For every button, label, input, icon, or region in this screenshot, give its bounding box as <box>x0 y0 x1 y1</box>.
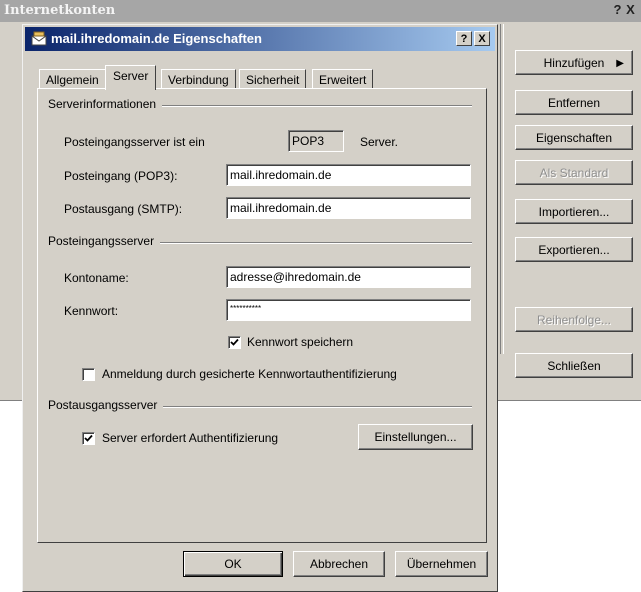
dialog-close-button[interactable]: X <box>474 31 490 46</box>
tab-security[interactable]: Sicherheit <box>239 69 307 89</box>
close-dialog-button[interactable]: Schließen <box>515 353 633 378</box>
tab-general[interactable]: Allgemein <box>39 69 106 89</box>
ok-button[interactable]: OK <box>183 551 283 577</box>
server-info-group-label: Serverinformationen <box>48 97 163 111</box>
account-name-label: Kontoname: <box>64 271 129 285</box>
apply-button[interactable]: Übernehmen <box>395 551 488 577</box>
import-button[interactable]: Importieren... <box>515 199 633 224</box>
outgoing-settings-button[interactable]: Einstellungen... <box>358 424 473 450</box>
checkmark-icon <box>230 338 239 346</box>
dialog-help-button[interactable]: ? <box>456 31 472 46</box>
incoming-server-label: Posteingang (POP3): <box>64 169 178 183</box>
account-properties-dialog: mail.ihredomain.de Eigenschaften ? X All… <box>22 24 498 592</box>
set-default-button[interactable]: Als Standard <box>515 160 633 185</box>
remove-button[interactable]: Entfernen <box>515 90 633 115</box>
save-password-checkbox[interactable] <box>228 336 241 349</box>
auth-required-label: Server erfordert Authentifizierung <box>102 431 279 445</box>
outgoing-server-field[interactable]: mail.ihredomain.de <box>226 197 471 219</box>
list-frame-edge <box>500 24 504 354</box>
chevron-right-icon: ▶ <box>616 58 624 69</box>
export-button[interactable]: Exportieren... <box>515 237 633 262</box>
close-button[interactable]: X <box>624 2 637 17</box>
add-button-label: Hinzufügen <box>543 56 605 70</box>
tab-server[interactable]: Server <box>105 65 157 90</box>
tab-advanced[interactable]: Erweitert <box>312 69 374 89</box>
internet-accounts-titlebar: Internetkonten ? X <box>0 0 641 22</box>
help-button[interactable]: ? <box>611 2 624 17</box>
incoming-type-suffix: Server. <box>360 135 399 149</box>
dialog-title: mail.ihredomain.de Eigenschaften <box>51 31 262 46</box>
incoming-server-group-label: Posteingangsserver <box>48 234 161 248</box>
password-field[interactable]: ********** <box>226 299 471 321</box>
password-label: Kennwort: <box>64 304 119 318</box>
server-tab-panel: Serverinformationen Posteingangsserver i… <box>37 88 487 543</box>
spa-label: Anmeldung durch gesicherte Kennwortauthe… <box>102 367 397 381</box>
incoming-type-label: Posteingangsserver ist ein <box>64 135 205 149</box>
order-button[interactable]: Reihenfolge... <box>515 307 633 332</box>
auth-required-checkbox[interactable] <box>82 432 95 445</box>
dialog-titlebar: mail.ihredomain.de Eigenschaften ? X <box>25 27 495 51</box>
internet-accounts-title: Internetkonten <box>4 3 116 18</box>
properties-button[interactable]: Eigenschaften <box>515 125 633 150</box>
checkmark-icon <box>84 434 93 442</box>
spa-checkbox[interactable] <box>82 368 95 381</box>
mail-account-icon <box>31 31 47 46</box>
cancel-button[interactable]: Abbrechen <box>293 551 385 577</box>
outgoing-server-group-label: Postausgangsserver <box>48 398 164 412</box>
add-button[interactable]: Hinzufügen ▶ <box>515 50 633 75</box>
tab-connection[interactable]: Verbindung <box>161 69 236 89</box>
incoming-type-value: POP3 <box>288 130 344 152</box>
outgoing-server-label: Postausgang (SMTP): <box>64 202 183 216</box>
account-name-field[interactable]: adresse@ihredomain.de <box>226 266 471 288</box>
incoming-server-field[interactable]: mail.ihredomain.de <box>226 164 471 186</box>
save-password-label: Kennwort speichern <box>247 335 354 349</box>
